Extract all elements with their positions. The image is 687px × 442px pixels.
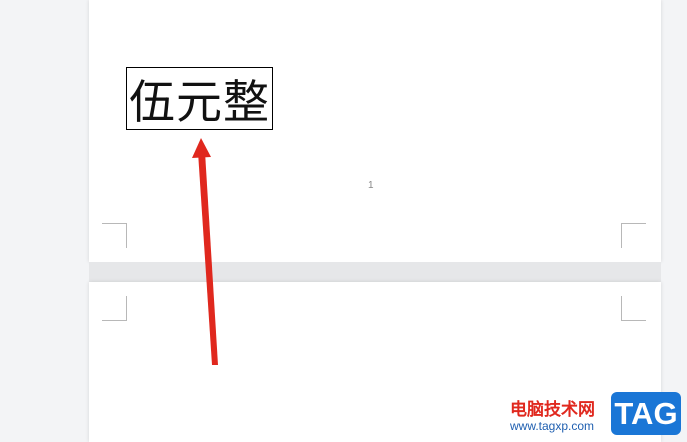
- watermark-url: www.tagxp.com: [510, 419, 595, 433]
- annotation-arrow-icon: [192, 138, 218, 365]
- document-canvas: 伍元整 1 电脑技术网 www.tagxp.com TAG: [0, 0, 687, 442]
- watermark-tag-logo: TAG: [611, 392, 681, 435]
- watermark-site-name: 电脑技术网: [510, 400, 595, 420]
